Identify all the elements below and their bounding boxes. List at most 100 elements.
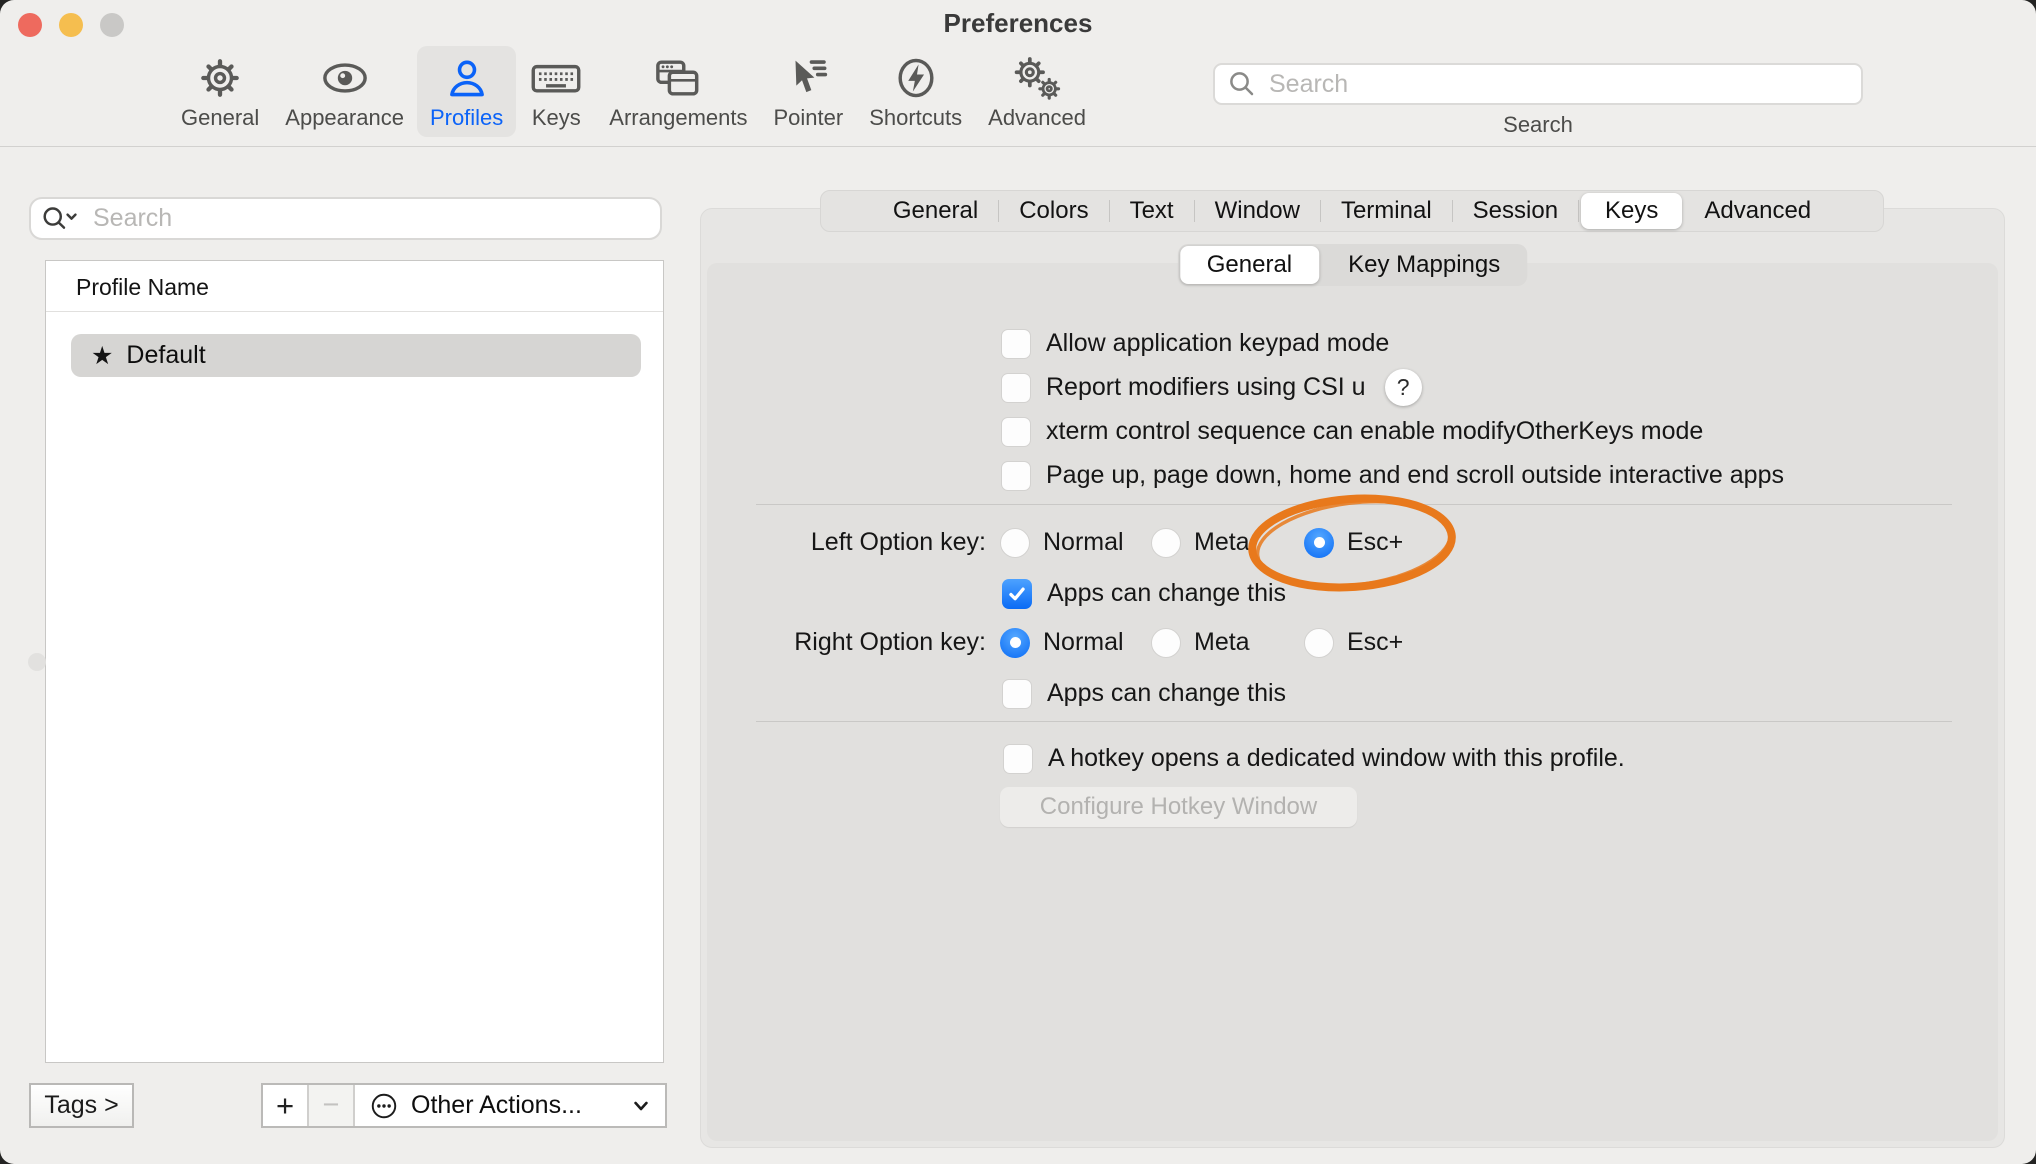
radio-left-meta[interactable]: Meta: [1151, 527, 1250, 558]
toolbar-search-label: Search: [1213, 112, 1863, 138]
profile-tabbar: General Colors Text Window Terminal Sess…: [820, 190, 1884, 232]
check-icon: [1006, 583, 1028, 605]
other-actions-dropdown[interactable]: Other Actions...: [355, 1085, 665, 1126]
profile-row-default[interactable]: ★ Default: [71, 334, 641, 377]
toolbar-search: Search: [1213, 63, 1863, 138]
section-divider: [756, 504, 1952, 505]
gear-icon: [197, 52, 243, 104]
toolbar-item-profiles[interactable]: Profiles: [417, 46, 516, 137]
add-profile-button[interactable]: +: [263, 1085, 307, 1126]
profile-list: Profile Name ★ Default: [45, 260, 664, 1063]
checkbox-label: Allow application keypad mode: [1046, 329, 1389, 358]
checkbox-label: Page up, page down, home and end scroll …: [1046, 461, 1784, 490]
radio-label: Normal: [1043, 528, 1124, 557]
toolbar-item-label: Appearance: [285, 105, 404, 131]
profile-search-input[interactable]: [91, 203, 650, 234]
toolbar-item-label: Shortcuts: [869, 105, 962, 131]
checkbox-keypad-mode[interactable]: [1001, 329, 1031, 359]
toolbar-item-pointer[interactable]: Pointer: [760, 46, 856, 137]
tab-colors[interactable]: Colors: [999, 191, 1108, 231]
tab-terminal[interactable]: Terminal: [1321, 191, 1452, 231]
tab-keys[interactable]: Keys: [1581, 193, 1682, 229]
checkbox-label: Apps can change this: [1047, 679, 1286, 708]
tab-advanced[interactable]: Advanced: [1684, 191, 1831, 231]
radio-circle[interactable]: [1304, 628, 1334, 658]
checkbox-row: Apps can change this: [1002, 678, 1286, 709]
toolbar-search-field[interactable]: [1213, 63, 1863, 105]
checkbox-row: Allow application keypad mode: [1001, 328, 1389, 359]
profile-search-field[interactable]: [29, 197, 662, 240]
help-button[interactable]: ?: [1385, 369, 1422, 406]
radio-right-esc[interactable]: Esc+: [1304, 627, 1403, 658]
checkbox-row: Report modifiers using CSI u ?: [1001, 372, 1422, 403]
gears-icon: [1011, 52, 1063, 104]
zoom-button[interactable]: [100, 13, 124, 37]
radio-label: Meta: [1194, 528, 1250, 557]
radio-circle[interactable]: [1000, 528, 1030, 558]
radio-right-normal[interactable]: Normal: [1000, 627, 1124, 658]
checkbox-modify-other-keys[interactable]: [1001, 417, 1031, 447]
search-filter-icon: [41, 204, 83, 234]
toolbar: General Appearance Profiles Keys Arrange…: [168, 46, 1099, 137]
keys-subtabs: General Key Mappings: [1178, 244, 1527, 286]
left-option-label: Left Option key:: [707, 527, 986, 558]
toolbar-item-arrangements[interactable]: Arrangements: [596, 46, 760, 137]
subtab-key-mappings[interactable]: Key Mappings: [1321, 244, 1527, 286]
radio-label: Meta: [1194, 628, 1250, 657]
checkbox-label: A hotkey opens a dedicated window with t…: [1048, 744, 1625, 773]
radio-label: Normal: [1043, 628, 1124, 657]
checkbox-row: Page up, page down, home and end scroll …: [1001, 460, 1784, 491]
chevron-down-icon: [629, 1094, 653, 1118]
circle-ellipsis-icon: [369, 1091, 399, 1121]
toolbar-item-advanced[interactable]: Advanced: [975, 46, 1099, 137]
toolbar-item-general[interactable]: General: [168, 46, 272, 137]
radio-left-normal[interactable]: Normal: [1000, 527, 1124, 558]
radio-circle-selected[interactable]: [1000, 628, 1030, 658]
tab-session[interactable]: Session: [1453, 191, 1578, 231]
checkbox-left-apps-can-change[interactable]: [1002, 579, 1032, 609]
profile-settings-panel: General Key Mappings Allow application k…: [700, 208, 2005, 1148]
toolbar-item-label: Arrangements: [609, 105, 747, 131]
windows-icon: [652, 52, 704, 104]
close-button[interactable]: [18, 13, 42, 37]
checkbox-csi-u[interactable]: [1001, 373, 1031, 403]
search-icon: [1227, 69, 1257, 99]
tab-general[interactable]: General: [873, 191, 998, 231]
profile-list-header: Profile Name: [46, 261, 663, 312]
toolbar-item-label: Pointer: [773, 105, 843, 131]
toolbar-item-label: Advanced: [988, 105, 1086, 131]
section-divider: [756, 721, 1952, 722]
radio-left-esc[interactable]: Esc+: [1304, 527, 1403, 558]
toolbar-item-keys[interactable]: Keys: [516, 46, 596, 137]
toolbar-item-appearance[interactable]: Appearance: [272, 46, 417, 137]
toolbar-search-input[interactable]: [1267, 69, 1849, 100]
toolbar-item-label: Keys: [532, 105, 581, 131]
eye-icon: [319, 52, 371, 104]
checkbox-page-scroll[interactable]: [1001, 461, 1031, 491]
tab-separator: [1578, 200, 1579, 222]
radio-circle[interactable]: [1151, 628, 1181, 658]
configure-hotkey-window-button[interactable]: Configure Hotkey Window: [1000, 787, 1357, 827]
tab-window[interactable]: Window: [1195, 191, 1320, 231]
toolbar-item-label: Profiles: [430, 105, 503, 131]
cursor-icon: [783, 52, 833, 104]
remove-profile-button[interactable]: −: [307, 1085, 355, 1126]
radio-circle[interactable]: [1151, 528, 1181, 558]
tags-button[interactable]: Tags >: [29, 1083, 134, 1128]
checkbox-hotkey-window[interactable]: [1003, 744, 1033, 774]
star-icon: ★: [91, 341, 113, 371]
toolbar-item-label: General: [181, 105, 259, 131]
tab-text[interactable]: Text: [1110, 191, 1194, 231]
radio-circle-selected[interactable]: [1304, 528, 1334, 558]
toolbar-item-shortcuts[interactable]: Shortcuts: [856, 46, 975, 137]
profile-name: Default: [126, 341, 205, 370]
keyboard-icon: [529, 52, 583, 104]
profile-actions-bar: + − Other Actions...: [261, 1083, 667, 1128]
radio-right-meta[interactable]: Meta: [1151, 627, 1250, 658]
person-icon: [444, 52, 490, 104]
checkbox-right-apps-can-change[interactable]: [1002, 679, 1032, 709]
subtab-general[interactable]: General: [1180, 246, 1319, 284]
checkbox-label: Report modifiers using CSI u: [1046, 373, 1366, 402]
window-edge-dot: [28, 653, 46, 671]
minimize-button[interactable]: [59, 13, 83, 37]
